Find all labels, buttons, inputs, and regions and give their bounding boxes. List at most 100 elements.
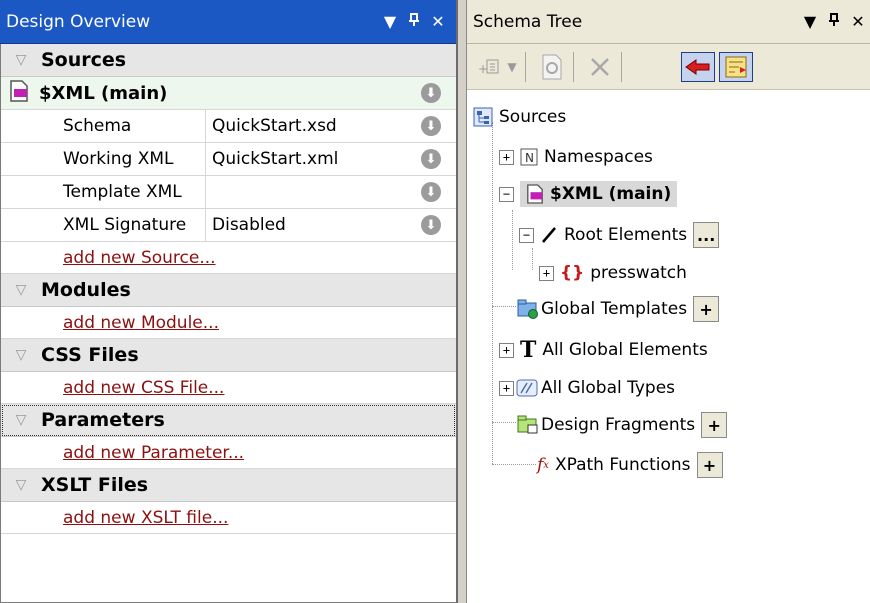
- add-css-row: add new CSS File...: [1, 372, 456, 404]
- collapse-triangle-icon[interactable]: ▽: [1, 347, 41, 363]
- tree-node-label: Namespaces: [544, 147, 653, 167]
- prop-value: QuickStart.xsd: [212, 116, 337, 136]
- add-source-row: add new Source...: [1, 242, 456, 274]
- delete-icon[interactable]: [585, 52, 615, 82]
- root-elements-icon: [540, 226, 558, 244]
- tree-connector: [492, 122, 493, 464]
- tree-node-xml-main[interactable]: − $XML (main): [499, 179, 678, 209]
- prop-row-template-xml[interactable]: Template XML ⬇: [1, 176, 456, 209]
- add-css-link[interactable]: add new CSS File...: [63, 378, 224, 398]
- collapse-triangle-icon[interactable]: ▽: [1, 52, 41, 68]
- xml-document-icon: [9, 79, 39, 107]
- prop-key: Schema: [1, 110, 206, 142]
- xml-document-icon: [526, 184, 544, 204]
- tree-node-label: presswatch: [590, 263, 687, 283]
- add-module-row: add new Module...: [1, 307, 456, 339]
- pin-icon[interactable]: [822, 12, 846, 31]
- types-icon: [516, 379, 538, 397]
- section-xslt-files[interactable]: ▽ XSLT Files: [1, 469, 456, 502]
- tree-node-label: Design Fragments: [541, 415, 696, 435]
- tree-node-global-templates[interactable]: Global Templates +: [517, 294, 720, 324]
- add-parameter-row: add new Parameter...: [1, 437, 456, 469]
- prop-row-schema[interactable]: Schema QuickStart.xsd ⬇: [1, 110, 456, 143]
- prop-row-xml-signature[interactable]: XML Signature Disabled ⬇: [1, 209, 456, 242]
- prop-value: Disabled: [212, 215, 286, 235]
- tree-node-label: All Global Types: [541, 378, 676, 398]
- tree-connector: [492, 306, 516, 307]
- panel-title: Schema Tree: [473, 11, 583, 32]
- panel-title: Design Overview: [6, 11, 151, 32]
- collapse-icon[interactable]: −: [499, 186, 514, 202]
- options-circle-icon[interactable]: ⬇: [421, 215, 441, 235]
- tree-connector: [492, 464, 536, 465]
- tree-node-label: Global Templates: [541, 299, 688, 319]
- section-sources[interactable]: ▽ Sources: [1, 44, 456, 77]
- section-label: CSS Files: [41, 344, 139, 366]
- sources-icon: [473, 107, 493, 127]
- add-global-template-button[interactable]: +: [693, 296, 720, 322]
- section-label: Modules: [41, 279, 131, 301]
- section-css-files[interactable]: ▽ CSS Files: [1, 339, 456, 372]
- xpath-icon[interactable]: [537, 52, 567, 82]
- collapse-icon[interactable]: −: [519, 227, 534, 243]
- prop-value: QuickStart.xml: [212, 149, 339, 169]
- collapse-triangle-icon[interactable]: ▽: [1, 477, 41, 493]
- expand-icon[interactable]: +: [539, 265, 554, 281]
- options-circle-icon[interactable]: ⬇: [421, 83, 441, 103]
- dropdown-icon[interactable]: ▼: [378, 12, 402, 31]
- tree-node-all-global-elements[interactable]: + T All Global Elements: [499, 335, 708, 365]
- schema-tree: Sources + N Namespaces − $XML (main) − R…: [467, 90, 870, 603]
- collapse-triangle-icon[interactable]: ▽: [1, 412, 41, 428]
- sort-icon[interactable]: [719, 52, 753, 82]
- add-element-icon[interactable]: +: [477, 52, 503, 82]
- schema-tree-toolbar: + ▼: [467, 44, 870, 90]
- tree-node-all-global-types[interactable]: + All Global Types: [499, 373, 675, 403]
- back-icon[interactable]: [681, 52, 715, 82]
- global-templates-icon: [517, 299, 539, 319]
- prop-key: Working XML: [1, 143, 206, 175]
- source-name: $XML (main): [39, 82, 168, 104]
- tree-node-label: $XML (main): [550, 184, 672, 204]
- add-design-fragment-button[interactable]: +: [701, 412, 728, 438]
- add-module-link[interactable]: add new Module...: [63, 313, 219, 333]
- section-parameters[interactable]: ▽ Parameters: [1, 404, 456, 437]
- tree-node-sources[interactable]: Sources: [473, 102, 566, 132]
- add-xpath-function-button[interactable]: +: [696, 452, 723, 478]
- dropdown-icon[interactable]: ▼: [798, 12, 822, 31]
- design-fragments-icon: [517, 415, 539, 435]
- expand-icon[interactable]: +: [499, 342, 514, 358]
- expand-icon[interactable]: +: [499, 380, 514, 396]
- pin-icon[interactable]: [402, 12, 426, 31]
- svg-text:N: N: [525, 151, 534, 165]
- prop-row-working-xml[interactable]: Working XML QuickStart.xml ⬇: [1, 143, 456, 176]
- text-t-icon: T: [520, 337, 537, 363]
- options-circle-icon[interactable]: ⬇: [421, 182, 441, 202]
- add-parameter-link[interactable]: add new Parameter...: [63, 443, 244, 463]
- toolbar-separator: [573, 52, 574, 82]
- expand-icon[interactable]: +: [499, 149, 514, 165]
- tree-node-design-fragments[interactable]: Design Fragments +: [517, 410, 728, 440]
- root-elements-more-button[interactable]: ...: [693, 222, 720, 248]
- schema-tree-panel: Schema Tree ▼ ✕ + ▼ Sources + N Namespac…: [466, 0, 870, 603]
- tree-node-namespaces[interactable]: + N Namespaces: [499, 142, 653, 172]
- schema-tree-titlebar: Schema Tree ▼ ✕: [467, 0, 870, 44]
- tree-node-presswatch[interactable]: + {} presswatch: [539, 258, 687, 288]
- section-label: XSLT Files: [41, 474, 149, 496]
- dropdown-arrow-icon[interactable]: ▼: [505, 52, 519, 82]
- design-overview-titlebar: Design Overview ▼ ✕: [0, 0, 456, 44]
- options-circle-icon[interactable]: ⬇: [421, 116, 441, 136]
- add-xslt-link[interactable]: add new XSLT file...: [63, 508, 228, 528]
- source-xml-main-row[interactable]: $XML (main) ⬇: [1, 77, 456, 110]
- tree-node-selected[interactable]: $XML (main): [520, 181, 678, 207]
- add-xslt-row: add new XSLT file...: [1, 502, 456, 534]
- tree-node-root-elements[interactable]: − Root Elements ...: [519, 220, 720, 250]
- tree-node-xpath-functions[interactable]: fx XPath Functions +: [537, 450, 723, 480]
- close-icon[interactable]: ✕: [846, 12, 870, 31]
- section-modules[interactable]: ▽ Modules: [1, 274, 456, 307]
- function-icon: fx: [537, 455, 549, 475]
- splitter[interactable]: [458, 0, 466, 603]
- collapse-triangle-icon[interactable]: ▽: [1, 282, 41, 298]
- options-circle-icon[interactable]: ⬇: [421, 149, 441, 169]
- add-source-link[interactable]: add new Source...: [63, 248, 216, 268]
- close-icon[interactable]: ✕: [426, 12, 450, 31]
